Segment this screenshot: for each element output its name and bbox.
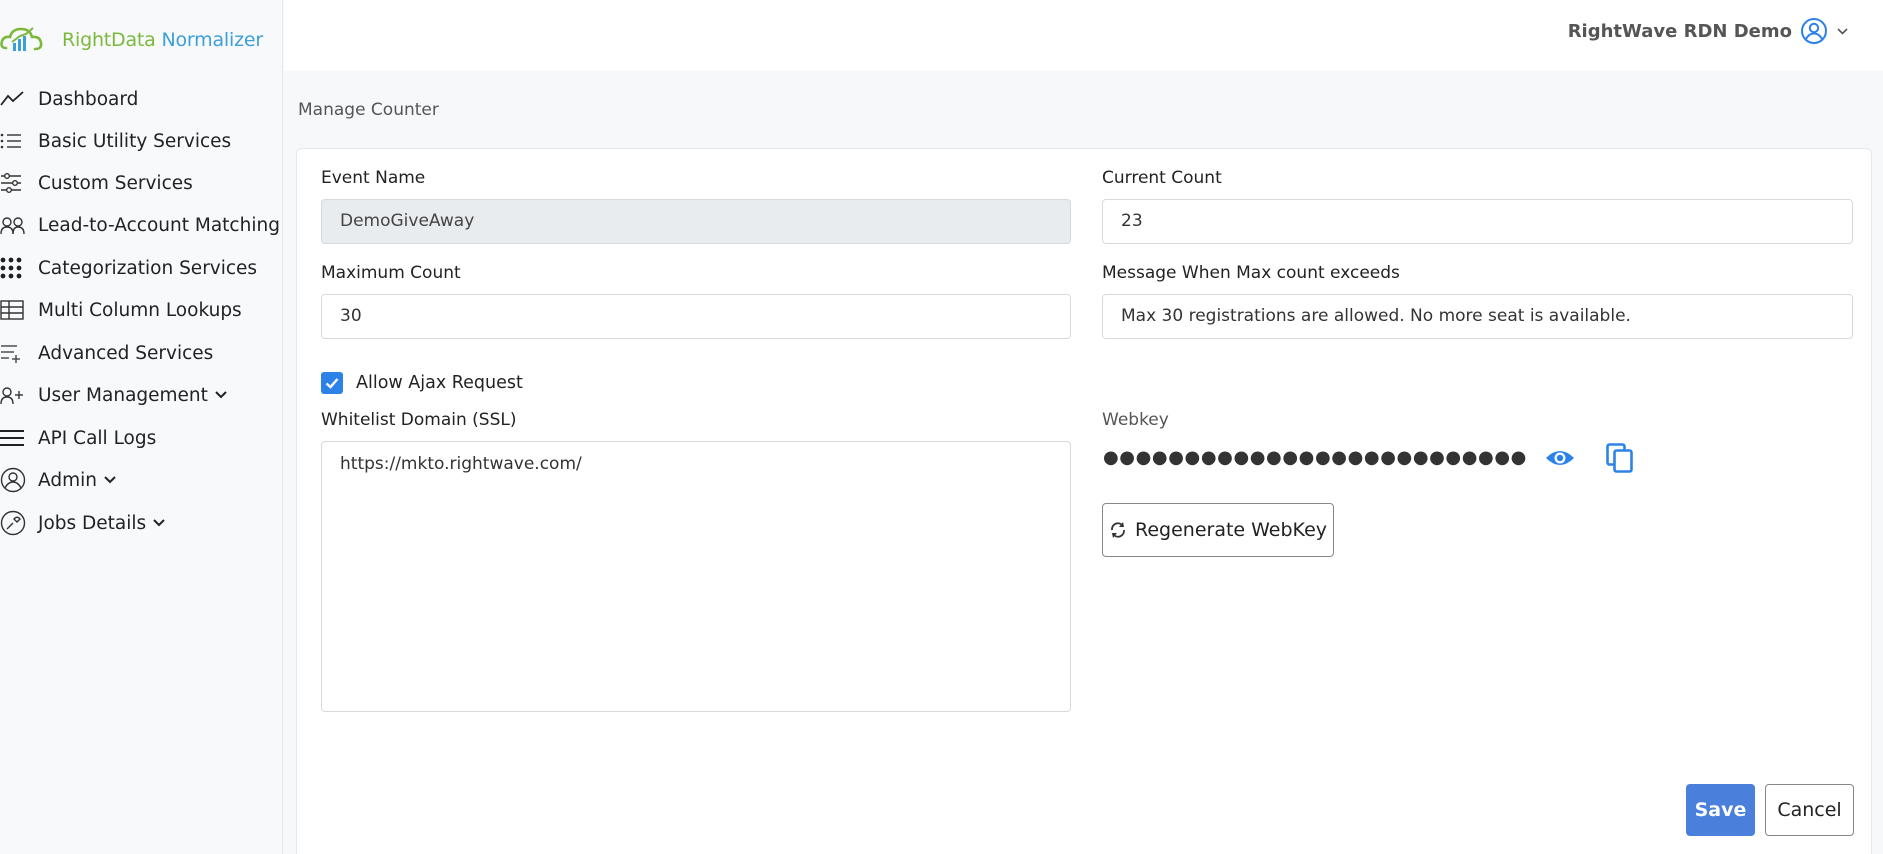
regenerate-webkey-button[interactable]: Regenerate WebKey [1102, 503, 1334, 557]
refresh-icon [1111, 522, 1125, 538]
sidebar-item-jobs-details[interactable]: Jobs Details [0, 505, 166, 541]
show-webkey-button[interactable] [1543, 441, 1577, 475]
sliders-icon [0, 170, 26, 196]
user-circle-icon [0, 467, 26, 493]
sidebar-item-label: Advanced Services [38, 342, 214, 364]
maximum-count-input[interactable]: 30 [321, 294, 1071, 339]
sidebar-item-label: User Management [38, 384, 208, 406]
copy-icon [1606, 443, 1633, 473]
chevron-down-icon [215, 391, 227, 399]
sidebar-item-label: Dashboard [38, 88, 139, 110]
menu-lines-icon [0, 425, 26, 451]
max-exceeded-message-input[interactable]: Max 30 registrations are allowed. No mor… [1102, 294, 1853, 339]
brand-name: RightData Normalizer [62, 29, 263, 51]
user-add-icon [0, 382, 26, 408]
cancel-button[interactable]: Cancel [1765, 784, 1854, 836]
user-circle-icon [1801, 18, 1827, 44]
brand-name-part2: Normalizer [161, 29, 263, 51]
brand[interactable]: RightData Normalizer [0, 22, 263, 58]
copy-webkey-button[interactable] [1603, 441, 1637, 475]
chevron-down-icon [1837, 27, 1848, 35]
sidebar-item-multi-column-lookups[interactable]: Multi Column Lookups [0, 292, 242, 328]
page-title: Manage Counter [298, 100, 439, 120]
whitelist-domain-label: Whitelist Domain (SSL) [321, 410, 517, 430]
sidebar-item-lead-to-account-matching[interactable]: Lead-to-Account Matching [0, 207, 280, 243]
brand-name-part1: RightData [62, 29, 156, 51]
sidebar-item-label: Custom Services [38, 172, 193, 194]
list-plus-icon [0, 340, 26, 366]
current-count-label: Current Count [1102, 168, 1222, 188]
sidebar-item-basic-utility-services[interactable]: Basic Utility Services [0, 123, 231, 159]
grid-dots-icon [0, 255, 26, 281]
webkey-masked-value: ●●●●●●●●●●●●●●●●●●●●●●●●●● [1103, 447, 1527, 468]
sidebar-item-admin[interactable]: Admin [0, 462, 117, 498]
event-name-input[interactable]: DemoGiveAway [321, 199, 1071, 244]
sidebar-item-label: Basic Utility Services [38, 130, 232, 152]
sidebar-item-label: Admin [38, 469, 97, 491]
sidebar: RightData Normalizer Dashboard Basic Uti… [0, 0, 283, 854]
trend-line-icon [0, 86, 26, 112]
chevron-down-icon [104, 476, 116, 484]
table-icon [0, 297, 26, 323]
sidebar-item-custom-services[interactable]: Custom Services [0, 165, 193, 201]
sidebar-item-dashboard[interactable]: Dashboard [0, 81, 138, 117]
sidebar-item-label: Categorization Services [38, 257, 258, 279]
webkey-label: Webkey [1102, 410, 1169, 430]
user-name: RightWave RDN Demo [1567, 20, 1792, 42]
sidebar-item-categorization-services[interactable]: Categorization Services [0, 250, 257, 286]
sidebar-item-label: Multi Column Lookups [38, 299, 242, 321]
event-name-label: Event Name [321, 168, 426, 188]
whitelist-domain-textarea[interactable]: https://mkto.rightwave.com/ [321, 441, 1071, 712]
top-bar: RightWave RDN Demo [284, 0, 1883, 71]
chevron-down-icon [153, 519, 165, 527]
eye-icon [1546, 451, 1574, 465]
wrench-icon [0, 510, 26, 536]
current-count-input[interactable]: 23 [1102, 199, 1853, 244]
cloud-chart-logo [0, 27, 43, 51]
max-exceeded-message-label: Message When Max count exceeds [1102, 263, 1400, 283]
list-icon [0, 128, 26, 154]
regenerate-webkey-label: Regenerate WebKey [1134, 519, 1328, 541]
sidebar-item-label: Lead-to-Account Matching [38, 214, 280, 236]
maximum-count-label: Maximum Count [321, 263, 461, 283]
allow-ajax-checkbox[interactable] [321, 372, 343, 394]
sidebar-item-label: API Call Logs [38, 427, 157, 449]
sidebar-item-user-management[interactable]: User Management [0, 377, 228, 413]
sidebar-item-advanced-services[interactable]: Advanced Services [0, 335, 213, 371]
sidebar-item-label: Jobs Details [38, 512, 147, 534]
save-button[interactable]: Save [1686, 784, 1755, 836]
user-menu[interactable]: RightWave RDN Demo [1568, 14, 1849, 48]
checkmark-icon [325, 378, 339, 389]
allow-ajax-label: Allow Ajax Request [356, 373, 523, 393]
users-icon [0, 212, 26, 238]
sidebar-item-api-call-logs[interactable]: API Call Logs [0, 420, 156, 456]
